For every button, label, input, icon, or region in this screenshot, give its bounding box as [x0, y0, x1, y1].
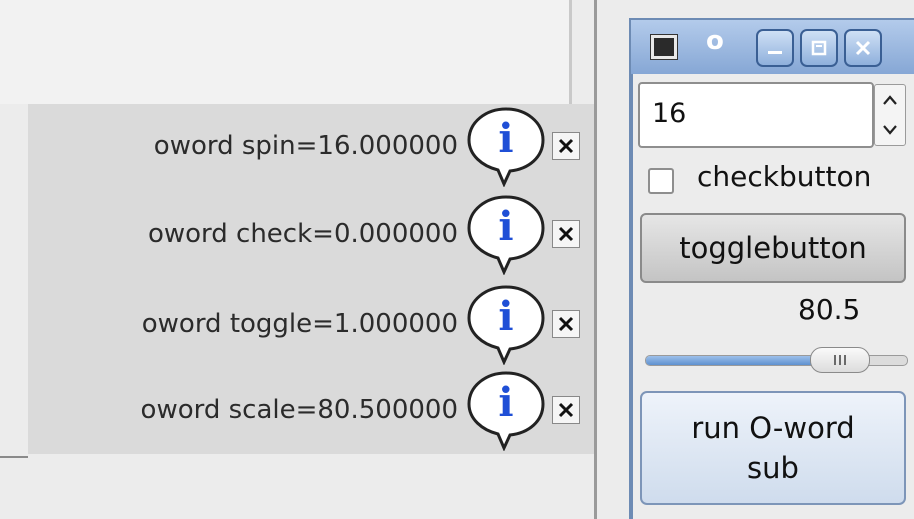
message-row: oword toggle=1.000000 i [141, 285, 580, 365]
info-bubble-icon: i [467, 371, 545, 451]
run-oword-button[interactable]: run O-word sub [640, 391, 906, 505]
svg-text:i: i [498, 379, 513, 426]
checkbutton-label[interactable]: checkbutton [697, 160, 871, 193]
info-bubble-icon: i [467, 195, 545, 275]
info-bubble-icon: i [467, 107, 545, 187]
toggle-button[interactable]: togglebutton [640, 213, 906, 283]
minimize-icon[interactable] [756, 29, 794, 67]
svg-text:i: i [498, 115, 513, 162]
scale-handle[interactable] [810, 347, 870, 373]
pane-separator[interactable] [594, 0, 597, 519]
window-title: o [706, 26, 724, 56]
spin-value: 16 [652, 98, 687, 129]
message-text: oword scale=80.500000 [140, 395, 458, 425]
message-area-divider [569, 0, 572, 104]
message-text: oword check=0.000000 [147, 219, 458, 249]
spin-input[interactable]: 16 [638, 82, 874, 148]
info-bubble-icon: i [467, 285, 545, 365]
scale-value: 80.5 [798, 293, 861, 326]
close-icon[interactable] [552, 220, 580, 248]
run-oword-label: run O-word sub [691, 411, 855, 485]
scale-fill [646, 356, 816, 365]
message-row: oword check=0.000000 i [147, 195, 580, 275]
message-text: oword toggle=1.000000 [141, 309, 458, 339]
svg-text:i: i [498, 293, 513, 340]
close-icon[interactable] [844, 29, 882, 67]
checkbutton-box[interactable] [648, 168, 674, 194]
spin-down-icon[interactable] [875, 115, 905, 145]
message-text: oword spin=16.000000 [153, 131, 458, 161]
message-area-top [0, 0, 572, 104]
close-icon[interactable] [552, 132, 580, 160]
spin-stepper[interactable] [874, 84, 906, 146]
app-icon[interactable] [650, 34, 678, 60]
spin-up-icon[interactable] [875, 85, 905, 115]
close-icon[interactable] [552, 310, 580, 338]
message-row: oword scale=80.500000 i [140, 371, 580, 451]
message-row: oword spin=16.000000 i [153, 107, 580, 187]
close-icon[interactable] [552, 396, 580, 424]
message-area-bottom-line [0, 456, 28, 458]
maximize-icon[interactable] [800, 29, 838, 67]
svg-text:i: i [498, 203, 513, 250]
